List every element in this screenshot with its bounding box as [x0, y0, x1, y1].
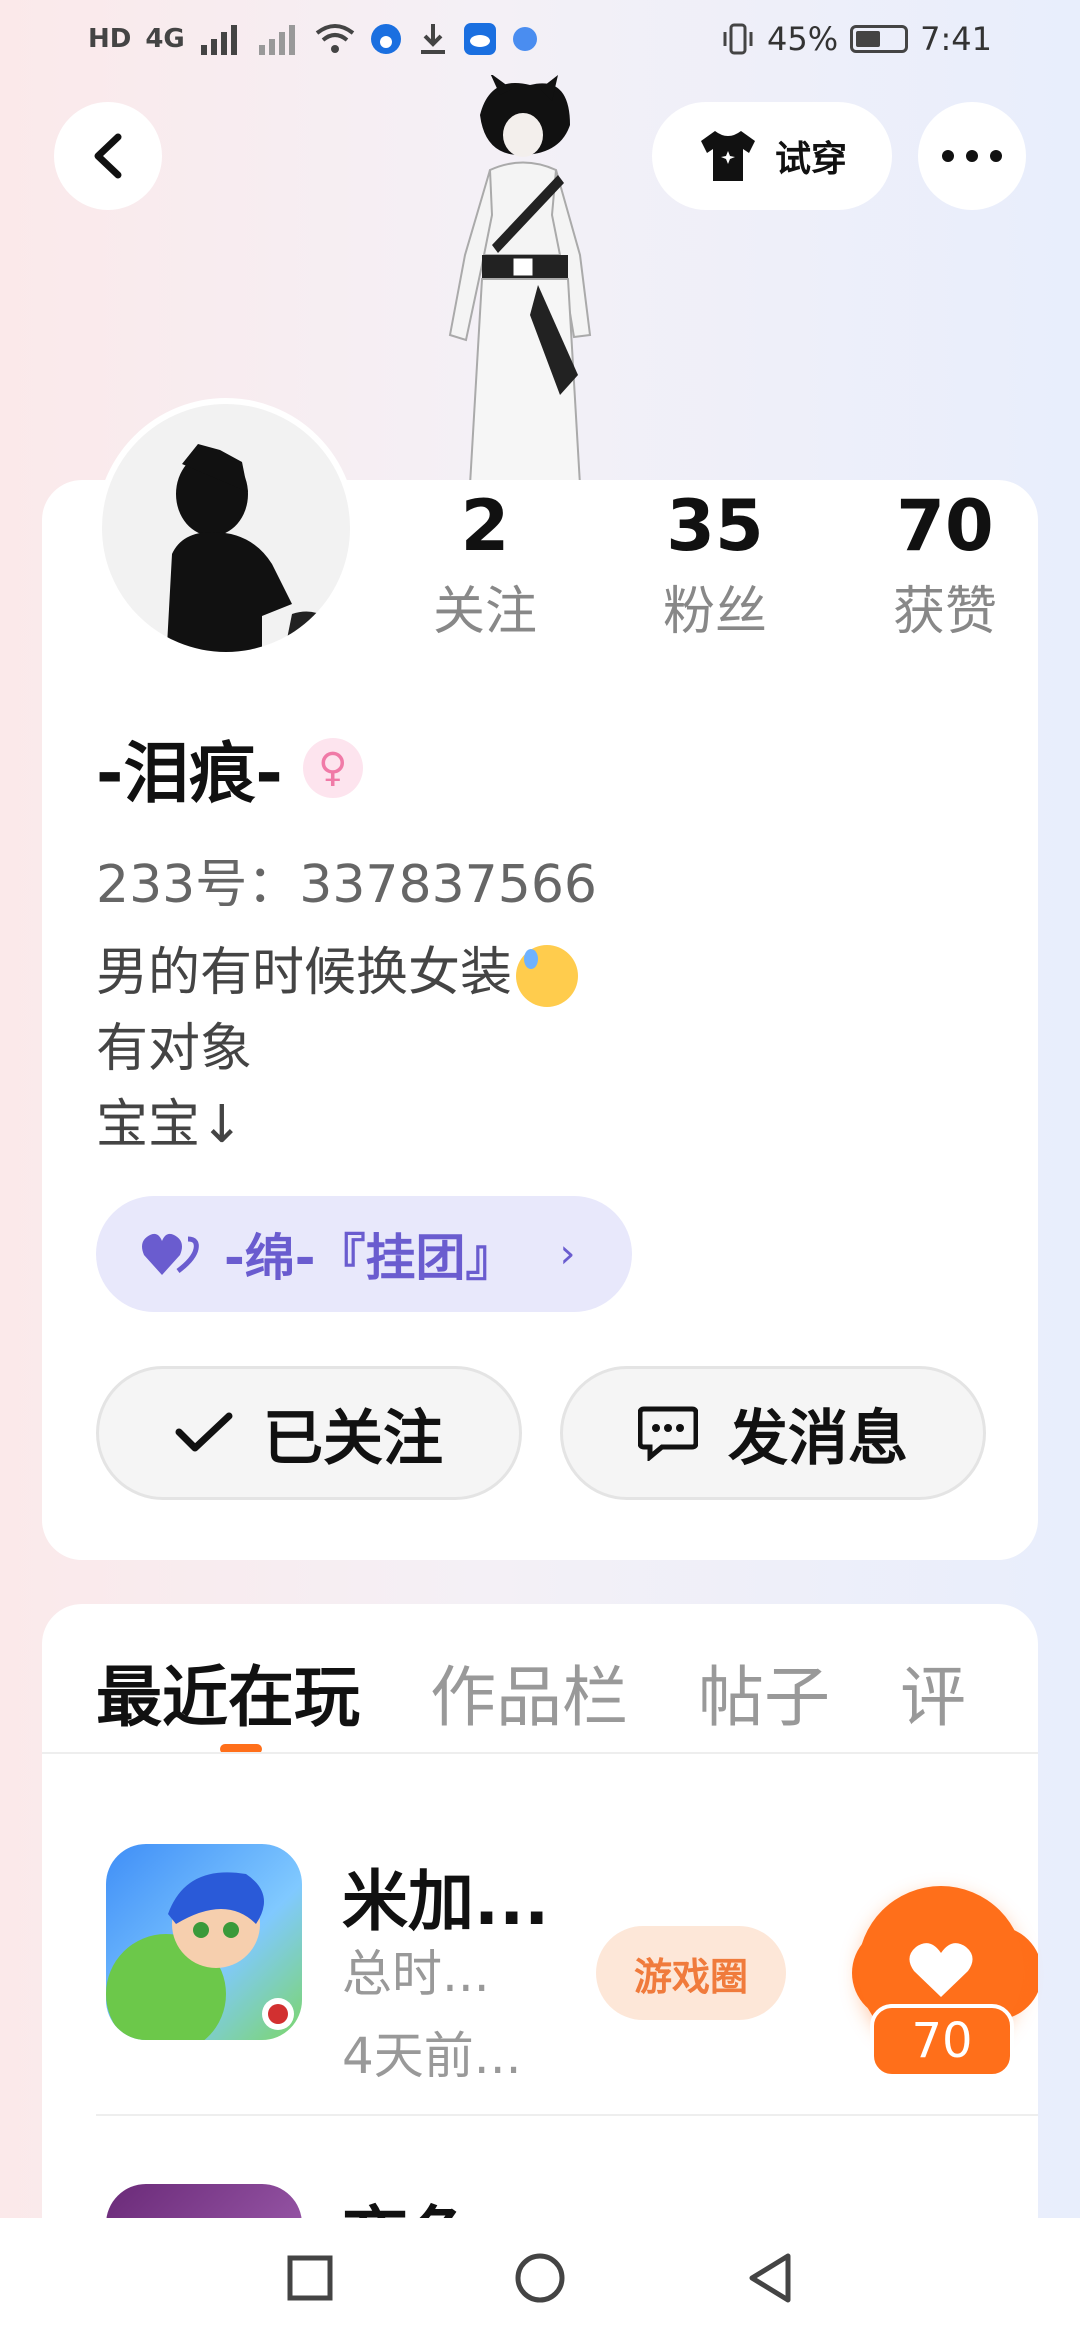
more-dots-icon: [942, 150, 1002, 162]
game-last-played: 4天前...: [342, 2027, 522, 2085]
profile-tabs: 最近在玩 作品栏 帖子 评: [96, 1644, 966, 1740]
try-on-button[interactable]: 试穿: [652, 102, 892, 210]
followers-label: 粉丝: [662, 582, 767, 642]
check-icon: [175, 1412, 233, 1452]
avatar-silhouette: [166, 444, 342, 652]
game-circle-button[interactable]: 游戏圈: [596, 1926, 786, 2020]
stat-likes[interactable]: 70 获赞: [830, 480, 1060, 652]
likes-count: 70: [896, 485, 994, 567]
system-nav-bar: [0, 2218, 1080, 2340]
circle-icon: [515, 2253, 565, 2303]
user-id: 233号：337837566: [96, 855, 598, 915]
try-on-label: 试穿: [774, 139, 847, 180]
square-icon: [287, 2255, 333, 2301]
back-nav-button[interactable]: [740, 2248, 800, 2308]
send-message-button[interactable]: 发消息: [560, 1366, 986, 1500]
tabs-divider: [42, 1752, 1038, 1754]
back-arrow-icon: [94, 133, 122, 179]
triangle-back-icon: [749, 2253, 791, 2303]
game-playtime: 总时...: [342, 1945, 490, 2003]
like-count: 70: [870, 2004, 1014, 2078]
profile-stats: 2 关注 35 粉丝 70 获赞: [370, 480, 1060, 652]
cloud-app-icon: [463, 23, 496, 55]
clock: 7:41: [920, 20, 992, 58]
heart-icon: [909, 1943, 973, 1997]
app-icon: [512, 27, 537, 51]
chat-bubble-icon: [638, 1406, 698, 1461]
followers-count: 35: [666, 485, 764, 567]
status-bar: HD 4G 45% 7:41: [0, 0, 1080, 80]
signal-icon: [200, 25, 237, 55]
stat-followers[interactable]: 35 粉丝: [600, 480, 830, 652]
nickname-row: -泪痕- ♀: [96, 720, 363, 816]
bio-line-1: 男的有时候换女装: [96, 935, 579, 1011]
tab-recently-played[interactable]: 最近在玩: [96, 1644, 360, 1740]
bio-line-2: 有对象: [96, 1019, 253, 1079]
wifi-icon: [315, 24, 355, 53]
following-count: 2: [460, 485, 510, 567]
baidu-icon: [370, 24, 401, 54]
status-icons-left: HD 4G: [88, 22, 539, 56]
avatar[interactable]: [96, 398, 356, 658]
home-button[interactable]: [510, 2248, 570, 2308]
battery-percent: 45%: [767, 20, 839, 58]
hearts-icon: [142, 1233, 199, 1275]
sweat-face-emoji-icon: [516, 945, 579, 1007]
network-type: 4G: [145, 24, 185, 54]
hd-indicator: HD: [88, 24, 132, 54]
send-message-label: 发消息: [728, 1403, 908, 1474]
following-button[interactable]: 已关注: [96, 1366, 522, 1500]
row-divider: [96, 2114, 1038, 2116]
game-artwork: [106, 1872, 294, 2040]
status-icons-right: 45% 7:41: [721, 20, 992, 58]
nickname: -泪痕-: [96, 735, 283, 812]
stat-following[interactable]: 2 关注: [370, 480, 600, 652]
group-link[interactable]: -绵-『挂团』 ›: [96, 1196, 632, 1312]
game-icon[interactable]: [106, 1844, 302, 2040]
game-name: 米加...: [342, 1863, 550, 1940]
more-button[interactable]: [918, 102, 1026, 210]
tab-posts[interactable]: 帖子: [698, 1644, 830, 1740]
chevron-right-icon: ›: [559, 1231, 576, 1277]
download-icon: [420, 24, 445, 54]
tshirt-icon: [700, 131, 755, 181]
tab-works[interactable]: 作品栏: [430, 1644, 628, 1740]
bio-line-3: 宝宝↓: [96, 1095, 244, 1155]
following-button-label: 已关注: [263, 1403, 443, 1474]
recent-apps-button[interactable]: [280, 2248, 340, 2308]
group-name: -绵-『挂团』: [224, 1229, 516, 1287]
likes-label: 获赞: [892, 582, 997, 642]
battery-icon: [850, 25, 909, 53]
gender-female-icon: ♀: [302, 738, 363, 798]
signal-icon-2: [258, 25, 295, 55]
avatar-character-figure[interactable]: [420, 75, 620, 485]
bio: 男的有时候换女装 有对象 宝宝↓: [96, 935, 579, 1163]
back-button[interactable]: [54, 102, 162, 210]
vibrate-icon: [723, 23, 753, 55]
tab-reviews[interactable]: 评: [900, 1644, 966, 1740]
following-label: 关注: [432, 582, 537, 642]
